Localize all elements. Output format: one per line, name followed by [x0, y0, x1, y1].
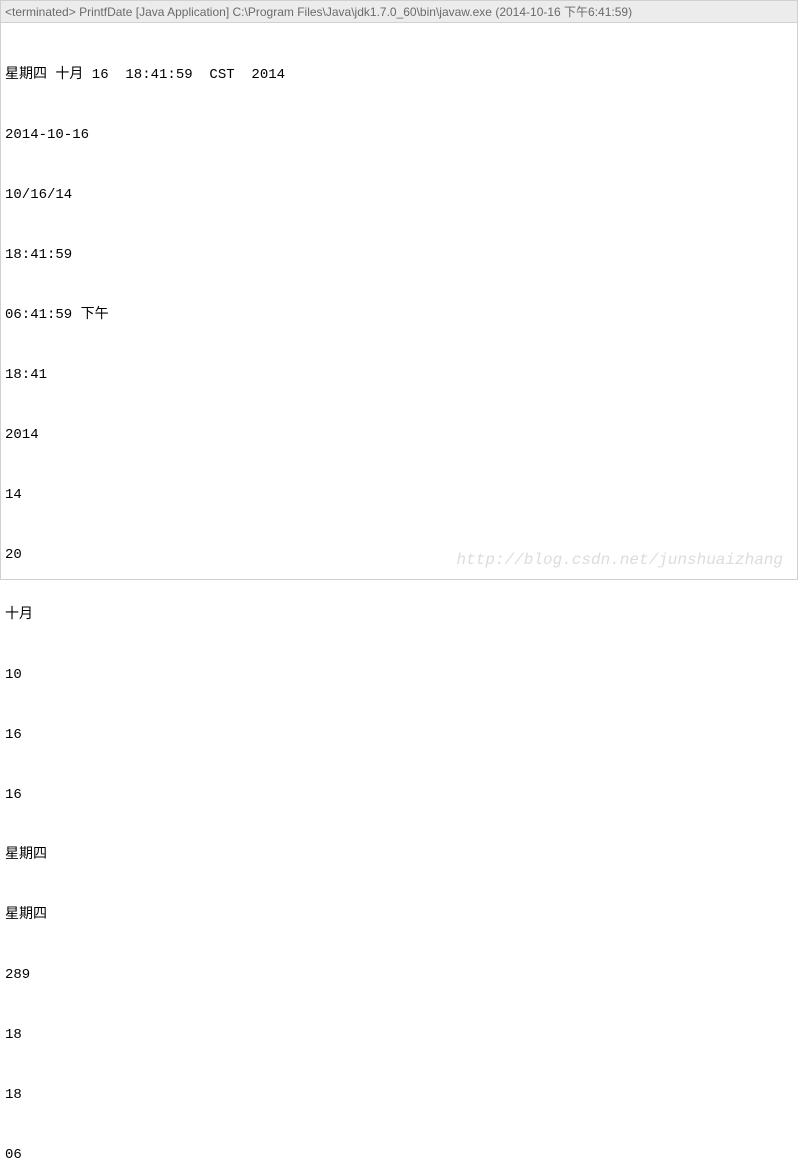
console-line: 06:41:59 下午: [5, 305, 793, 325]
console-line: 18: [5, 1085, 793, 1105]
console-line: 星期四: [5, 905, 793, 925]
console-line: 20: [5, 545, 793, 565]
app-type: [Java Application]: [136, 5, 229, 19]
app-name: PrintfDate: [79, 5, 132, 19]
terminated-status: <terminated>: [5, 5, 76, 19]
console-header: <terminated> PrintfDate [Java Applicatio…: [1, 1, 797, 23]
console-line: 10/16/14: [5, 185, 793, 205]
run-timestamp: (2014-10-16 下午6:41:59): [495, 5, 632, 19]
console-line: 星期四 十月 16 18:41:59 CST 2014: [5, 65, 793, 85]
console-line: 16: [5, 785, 793, 805]
console-line: 18: [5, 1025, 793, 1045]
console-line: 10: [5, 665, 793, 685]
console-line: 06: [5, 1145, 793, 1160]
console-line: 18:41: [5, 365, 793, 385]
console-line: 2014-10-16: [5, 125, 793, 145]
console-line: 十月: [5, 605, 793, 625]
console-line: 星期四: [5, 845, 793, 865]
console-line: 16: [5, 725, 793, 745]
console-line: 14: [5, 485, 793, 505]
console-line: 18:41:59: [5, 245, 793, 265]
exe-path: C:\Program Files\Java\jdk1.7.0_60\bin\ja…: [233, 5, 492, 19]
console-line: 289: [5, 965, 793, 985]
console-output-area[interactable]: 星期四 十月 16 18:41:59 CST 2014 2014-10-16 1…: [1, 23, 797, 1160]
console-line: 2014: [5, 425, 793, 445]
